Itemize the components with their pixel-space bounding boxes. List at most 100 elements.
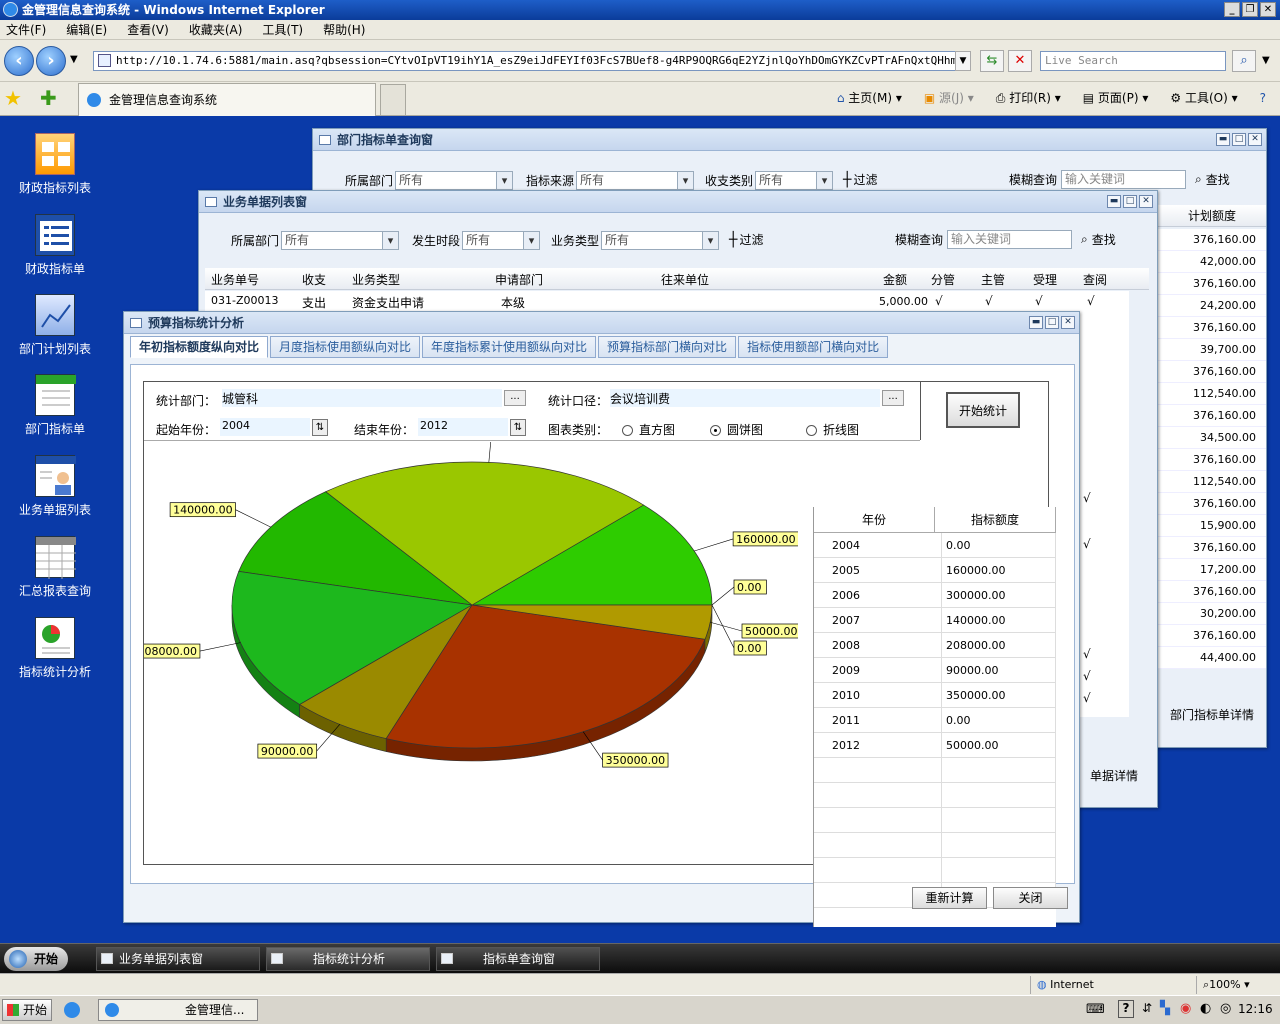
time-select[interactable]: 所有: [462, 231, 541, 250]
close-button[interactable]: ✕: [1248, 133, 1262, 146]
filter-button[interactable]: ┼ 过滤: [843, 171, 877, 188]
radio-bar[interactable]: 直方图: [622, 421, 675, 438]
end-year-field[interactable]: 2012: [418, 418, 508, 436]
col-io[interactable]: 收支: [302, 271, 326, 288]
end-year-stepper-icon[interactable]: ⇅: [510, 419, 526, 436]
desktop-icon-finance-index-list[interactable]: 财政指标列表: [0, 133, 110, 196]
history-dropdown-icon[interactable]: ▼: [70, 54, 78, 65]
table-row[interactable]: 031-Z00013 支出 资金支出申请 本级 5,000.00 √ √ √ √: [205, 291, 1129, 311]
menu-tools[interactable]: 工具(T): [262, 21, 303, 38]
col-index-amount[interactable]: 指标额度: [935, 507, 1056, 532]
table-row[interactable]: 2007 140000.00: [814, 608, 1056, 633]
antivirus-icon[interactable]: ◉: [1180, 1001, 1191, 1016]
url-input[interactable]: http://10.1.74.6:5881/main.asq?qbsession…: [93, 51, 971, 71]
tab-usage-dept-horizontal[interactable]: 指标使用额部门横向对比: [738, 336, 889, 358]
dept-select[interactable]: 所有: [281, 231, 400, 250]
url-dropdown-icon[interactable]: ▼: [955, 51, 971, 71]
dept-select[interactable]: 所有: [395, 171, 514, 190]
taskbar-biz-list[interactable]: 业务单据列表窗: [96, 947, 260, 971]
speaker-icon[interactable]: ◐: [1200, 1001, 1211, 1016]
find-button[interactable]: ⌕ 查找: [1081, 231, 1116, 248]
favorites-star-icon[interactable]: ★: [4, 86, 22, 110]
help-icon[interactable]: ?: [1260, 91, 1266, 105]
keyword-input[interactable]: 输入关键词: [947, 230, 1073, 249]
col-type[interactable]: 业务类型: [352, 271, 400, 288]
search-options-icon[interactable]: ▼: [1262, 55, 1270, 66]
source-select[interactable]: 所有: [576, 171, 695, 190]
table-row[interactable]: [814, 783, 1056, 808]
feeds-button[interactable]: ▣ 源(J) ▾: [924, 89, 974, 106]
col-year[interactable]: 年份: [814, 507, 935, 532]
dept-detail-button[interactable]: 部门指标单详情: [1158, 675, 1266, 741]
start-year-stepper-icon[interactable]: ⇅: [312, 419, 328, 436]
table-row[interactable]: 2005 160000.00: [814, 558, 1056, 583]
filter-button[interactable]: ┼ 过滤: [729, 231, 763, 248]
maximize-button[interactable]: □: [1123, 195, 1137, 208]
dept-field[interactable]: 城管科: [222, 389, 502, 407]
browser-tab[interactable]: 金管理信息查询系统: [78, 83, 376, 116]
menu-help[interactable]: 帮助(H): [323, 21, 365, 38]
table-row[interactable]: 2010 350000.00: [814, 683, 1056, 708]
desktop-icon-biz-list[interactable]: 业务单据列表: [0, 455, 110, 518]
start-stats-button[interactable]: 开始统计: [946, 392, 1020, 428]
table-row[interactable]: [814, 858, 1056, 883]
menu-file[interactable]: 文件(F): [6, 21, 46, 38]
find-button[interactable]: ⌕ 查找: [1195, 171, 1230, 188]
desktop-icon-index-stats[interactable]: 指标统计分析: [0, 617, 110, 680]
radio-line[interactable]: 折线图: [806, 421, 859, 438]
restore-button[interactable]: ❐: [1242, 2, 1258, 17]
maximize-button[interactable]: □: [1045, 316, 1059, 329]
table-row[interactable]: 2008 208000.00: [814, 633, 1056, 658]
minimize-button[interactable]: ▬: [1107, 195, 1121, 208]
scope-picker-button[interactable]: ...: [882, 390, 904, 406]
table-row[interactable]: [814, 833, 1056, 858]
table-row[interactable]: [814, 808, 1056, 833]
zoom-control[interactable]: ⌕100% ▾: [1196, 976, 1250, 994]
col-fenguan[interactable]: 分管: [931, 271, 955, 288]
menu-edit[interactable]: 编辑(E): [66, 21, 107, 38]
back-button[interactable]: ‹: [4, 46, 34, 76]
col-zhuguan[interactable]: 主管: [981, 271, 1005, 288]
taskbar-index-query[interactable]: 指标单查询窗: [436, 947, 600, 971]
maximize-button[interactable]: □: [1232, 133, 1246, 146]
stop-icon[interactable]: ✕: [1008, 50, 1032, 72]
recalc-button[interactable]: 重新计算: [912, 887, 987, 909]
radio-pie[interactable]: 圆饼图: [710, 421, 763, 438]
search-input[interactable]: Live Search: [1040, 51, 1226, 71]
scope-field[interactable]: 会议培训费: [610, 389, 880, 407]
search-icon[interactable]: ⌕: [1232, 50, 1256, 72]
desktop-icon-finance-index[interactable]: 财政指标单: [0, 214, 110, 277]
ie-quicklaunch-icon[interactable]: [64, 1002, 80, 1018]
desktop-icon-dept-index[interactable]: 部门指标单: [0, 374, 110, 437]
print-button[interactable]: ⎙ 打印(R) ▾: [996, 89, 1061, 106]
col-shouli[interactable]: 受理: [1033, 271, 1057, 288]
taskbar-ie-window[interactable]: 金管理信...: [98, 999, 258, 1021]
tab-initial-vertical[interactable]: 年初指标额度纵向对比: [130, 336, 269, 358]
start-button[interactable]: 开始: [4, 947, 68, 971]
taskbar-index-stats[interactable]: 指标统计分析: [266, 947, 430, 971]
table-row[interactable]: [814, 758, 1056, 783]
keyword-input[interactable]: 输入关键词: [1061, 170, 1187, 189]
table-row[interactable]: 2012 50000.00: [814, 733, 1056, 758]
tab-monthly-vertical[interactable]: 月度指标使用额纵向对比: [270, 336, 421, 358]
windows-start-button[interactable]: 开始: [2, 999, 52, 1021]
io-type-select[interactable]: 所有: [755, 171, 834, 190]
close-window-button[interactable]: 关闭: [993, 887, 1068, 909]
new-tab-button[interactable]: [380, 84, 406, 116]
col-apply-dept[interactable]: 申请部门: [495, 271, 543, 288]
dept-picker-button[interactable]: ...: [504, 390, 526, 406]
minimize-button[interactable]: ▬: [1029, 316, 1043, 329]
table-row[interactable]: 2006 300000.00: [814, 583, 1056, 608]
minimize-button[interactable]: _: [1224, 2, 1240, 17]
table-row[interactable]: 2004 0.00: [814, 533, 1056, 558]
menu-favorites[interactable]: 收藏夹(A): [189, 21, 243, 38]
close-button[interactable]: ✕: [1061, 316, 1075, 329]
help-icon[interactable]: ?: [1118, 1000, 1134, 1018]
forward-button[interactable]: ›: [36, 46, 66, 76]
col-unit[interactable]: 往来单位: [661, 271, 709, 288]
page-button[interactable]: ▤ 页面(P) ▾: [1083, 89, 1149, 106]
tab-dept-horizontal[interactable]: 预算指标部门横向对比: [598, 336, 737, 358]
desktop-icon-summary-report[interactable]: 汇总报表查询: [0, 536, 110, 599]
home-button[interactable]: ⌂ 主页(M) ▾: [837, 89, 902, 106]
close-button[interactable]: ✕: [1260, 2, 1276, 17]
